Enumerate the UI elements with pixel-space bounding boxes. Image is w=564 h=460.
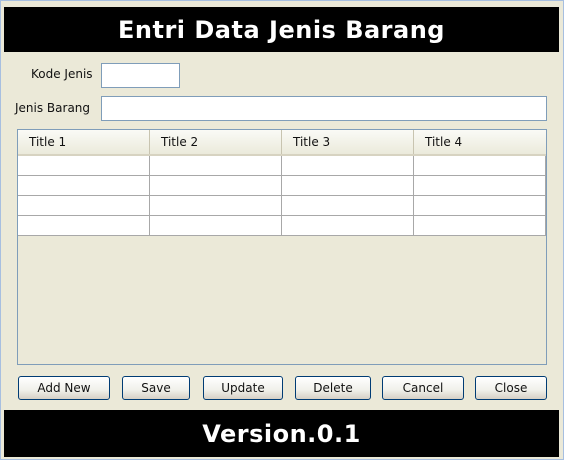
table-cell[interactable] bbox=[282, 196, 414, 216]
footer-banner: Version.0.1 bbox=[4, 410, 559, 457]
table-cell[interactable] bbox=[18, 196, 150, 216]
table-row[interactable] bbox=[18, 176, 546, 196]
table-cell[interactable] bbox=[282, 216, 414, 236]
add-new-button[interactable]: Add New bbox=[18, 376, 110, 400]
column-header[interactable]: Title 1 bbox=[18, 130, 150, 154]
column-header[interactable]: Title 3 bbox=[282, 130, 414, 154]
table-cell[interactable] bbox=[282, 156, 414, 176]
app-window: Entri Data Jenis Barang Kode Jenis Jenis… bbox=[0, 0, 564, 460]
update-button[interactable]: Update bbox=[203, 376, 283, 400]
table-cell[interactable] bbox=[414, 156, 546, 176]
column-header[interactable]: Title 2 bbox=[150, 130, 282, 154]
jenis-barang-label: Jenis Barang bbox=[15, 101, 91, 115]
kode-jenis-input[interactable] bbox=[101, 63, 180, 88]
table-body bbox=[18, 156, 546, 236]
close-button[interactable]: Close bbox=[475, 376, 547, 400]
table-cell[interactable] bbox=[18, 216, 150, 236]
header-banner: Entri Data Jenis Barang bbox=[4, 7, 559, 52]
kode-jenis-label: Kode Jenis bbox=[31, 67, 93, 81]
version-label: Version.0.1 bbox=[202, 419, 361, 448]
jenis-barang-input[interactable] bbox=[101, 96, 547, 121]
table-row[interactable] bbox=[18, 216, 546, 236]
column-header[interactable]: Title 4 bbox=[414, 130, 546, 154]
table-cell[interactable] bbox=[414, 196, 546, 216]
data-table[interactable]: Title 1 Title 2 Title 3 Title 4 bbox=[17, 129, 547, 365]
save-button[interactable]: Save bbox=[122, 376, 190, 400]
table-cell[interactable] bbox=[150, 176, 282, 196]
table-row[interactable] bbox=[18, 156, 546, 176]
cancel-button[interactable]: Cancel bbox=[382, 376, 464, 400]
table-cell[interactable] bbox=[150, 216, 282, 236]
table-cell[interactable] bbox=[414, 216, 546, 236]
table-cell[interactable] bbox=[150, 196, 282, 216]
delete-button[interactable]: Delete bbox=[295, 376, 371, 400]
table-cell[interactable] bbox=[282, 176, 414, 196]
table-cell[interactable] bbox=[150, 156, 282, 176]
table-row[interactable] bbox=[18, 196, 546, 216]
page-title: Entri Data Jenis Barang bbox=[118, 15, 445, 44]
table-cell[interactable] bbox=[18, 176, 150, 196]
table-cell[interactable] bbox=[414, 176, 546, 196]
table-cell[interactable] bbox=[18, 156, 150, 176]
table-header: Title 1 Title 2 Title 3 Title 4 bbox=[18, 130, 546, 156]
